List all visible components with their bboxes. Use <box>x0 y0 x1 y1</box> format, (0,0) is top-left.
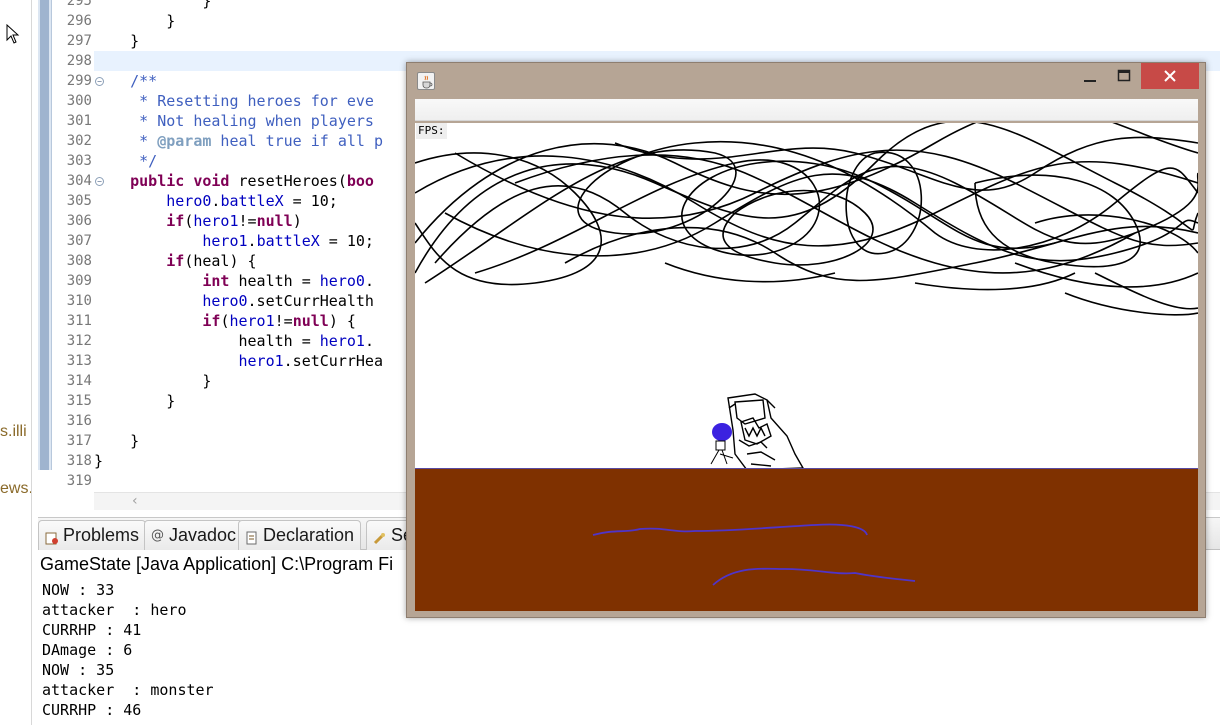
console-title: GameState [Java Application] C:\Program … <box>40 554 394 574</box>
line-number: 296 <box>66 13 92 29</box>
line-number: 301 <box>66 113 92 129</box>
line-number: 311 <box>66 313 92 329</box>
console-line: DAmage : 6 <box>42 641 133 659</box>
close-button[interactable] <box>1141 63 1199 89</box>
hero-sprite <box>710 423 734 465</box>
scribble-sky <box>415 123 1198 316</box>
ground-scribbles <box>592 523 916 586</box>
line-number: 310 <box>66 293 92 309</box>
game-window-titlebar[interactable] <box>407 63 1205 97</box>
package-explorer-strip: s.illi ews. <box>0 0 32 725</box>
line-number: 297 <box>66 33 92 49</box>
line-number-gutter: 295 296 297 298 299− 300 301 302 303 304… <box>52 0 104 491</box>
sidebar-fragment: s.illi <box>0 423 27 440</box>
line-number: 307 <box>66 233 92 249</box>
console-line: NOW : 33 <box>42 581 115 599</box>
line-number: 306 <box>66 213 92 229</box>
line-number: 299− <box>52 71 104 91</box>
tab-label: Declaration <box>263 525 355 545</box>
line-number: 304− <box>52 171 104 191</box>
game-canvas[interactable]: FPS: <box>415 123 1198 611</box>
minimize-button[interactable] <box>1073 63 1107 89</box>
code-line[interactable]: } <box>94 0 1220 11</box>
tab-label: Problems <box>63 525 140 545</box>
console-line: attacker : hero <box>42 601 187 619</box>
battle-sprites <box>710 393 805 471</box>
line-number: 309 <box>66 273 92 289</box>
line-number: 302 <box>66 133 92 149</box>
line-number: 312 <box>66 333 92 349</box>
console-output[interactable]: NOW : 33 attacker : hero CURRHP : 41 DAm… <box>42 580 214 720</box>
fps-counter: FPS: <box>416 123 447 139</box>
mouse-cursor-icon <box>6 24 20 44</box>
line-number: 308 <box>66 253 92 269</box>
console-line: CURRHP : 41 <box>42 621 142 639</box>
tab-declaration[interactable]: Declaration <box>238 520 362 550</box>
scroll-left-icon[interactable]: ‹ <box>132 493 138 509</box>
game-menu-bar <box>415 99 1198 121</box>
line-number: 298 <box>66 53 92 69</box>
console-line: CURRHP : 46 <box>42 701 142 719</box>
minimize-icon <box>1084 80 1096 82</box>
console-line: NOW : 35 <box>42 661 115 679</box>
problems-icon <box>45 529 59 544</box>
code-line[interactable]: } <box>94 31 1220 51</box>
line-number: 317 <box>66 433 92 449</box>
java-cup-icon <box>417 72 435 90</box>
console-line: attacker : monster <box>42 681 214 699</box>
line-number: 313 <box>66 353 92 369</box>
line-number: 316 <box>66 413 92 429</box>
tab-label: Javadoc <box>169 525 237 545</box>
ground-area <box>415 468 1198 611</box>
line-number: 318 <box>66 453 92 469</box>
tab-javadoc[interactable]: @ Javadoc <box>144 520 244 550</box>
maximize-button[interactable] <box>1107 63 1141 89</box>
line-number: 314 <box>66 373 92 389</box>
at-icon: @ <box>151 527 164 543</box>
line-number: 300 <box>66 93 92 109</box>
line-number: 303 <box>66 153 92 169</box>
game-window[interactable]: FPS: <box>406 62 1206 618</box>
line-number: 315 <box>66 393 92 409</box>
line-number: 319 <box>66 473 92 489</box>
code-line[interactable]: } <box>94 11 1220 31</box>
monster-sprite <box>727 393 805 471</box>
tab-problems[interactable]: Problems <box>38 520 147 550</box>
line-number: 305 <box>66 193 92 209</box>
close-icon <box>1164 70 1176 82</box>
declaration-icon <box>245 529 259 544</box>
search-icon <box>373 529 387 544</box>
maximize-icon <box>1117 69 1131 82</box>
sidebar-fragment: ews. <box>0 480 32 497</box>
editor-overview-ruler <box>38 0 52 470</box>
line-number: 295 <box>66 0 92 9</box>
